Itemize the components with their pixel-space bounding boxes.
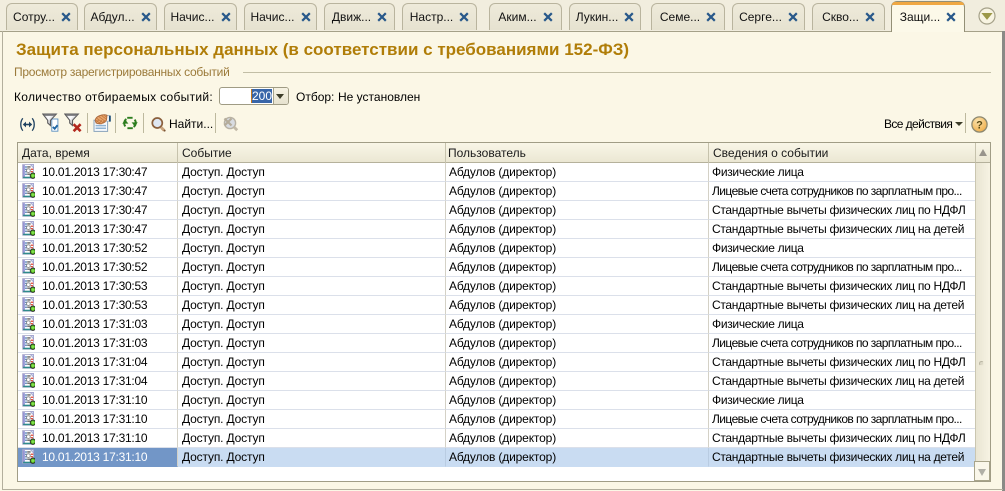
svg-text:?: ? bbox=[976, 120, 983, 132]
